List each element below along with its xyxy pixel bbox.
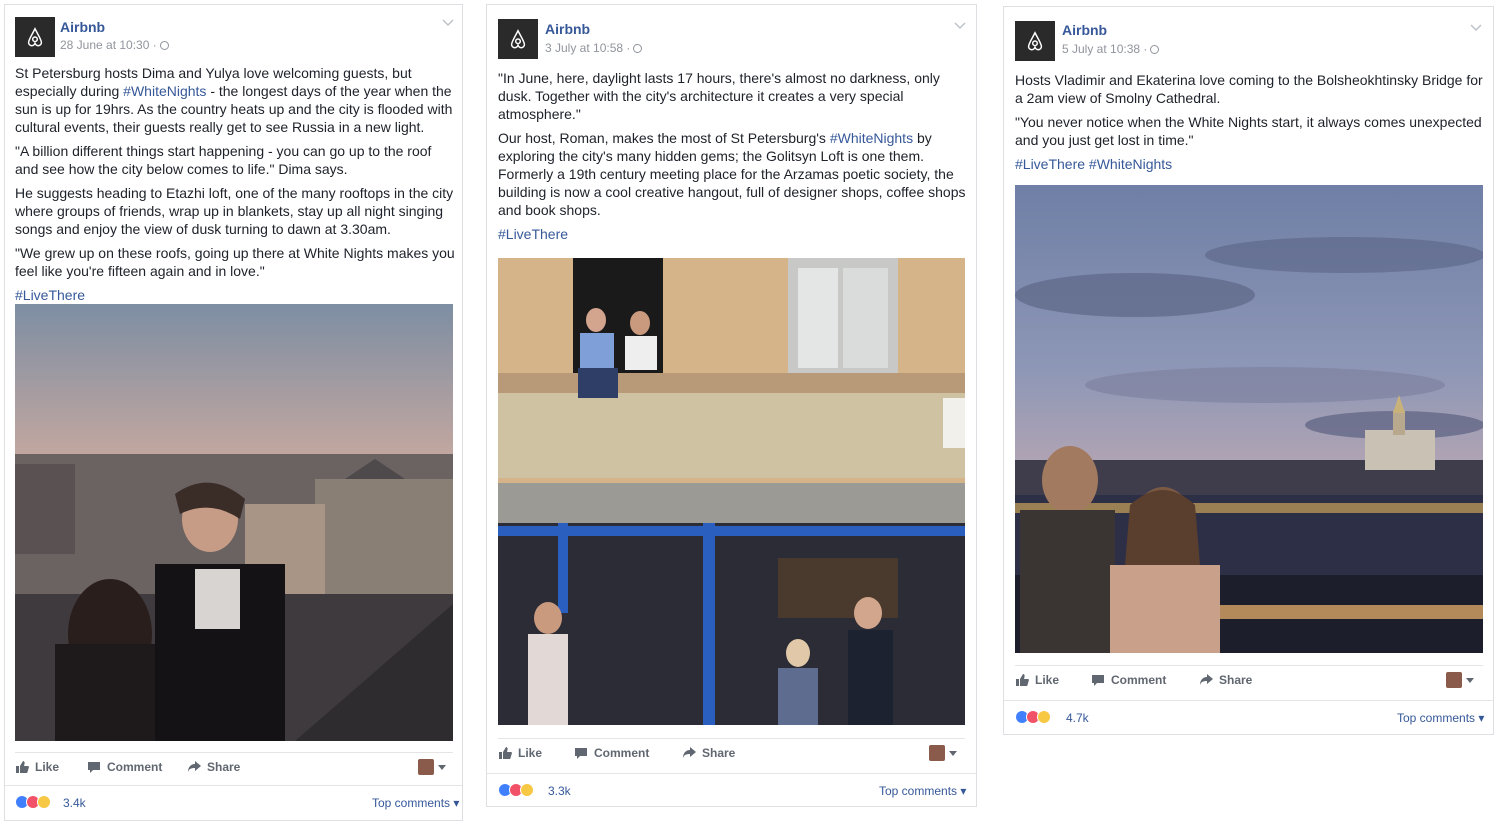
post-paragraph: Hosts Vladimir and Ekaterina love coming… bbox=[1015, 72, 1483, 106]
post-header: Airbnb 28 June at 10:30 · bbox=[5, 5, 462, 65]
caret-down-icon bbox=[949, 750, 957, 756]
avatar bbox=[929, 745, 945, 761]
post-author[interactable]: Airbnb bbox=[1062, 22, 1107, 38]
thumbs-up-icon bbox=[499, 747, 512, 760]
globe-icon bbox=[159, 41, 169, 50]
comment-icon bbox=[1092, 675, 1104, 686]
top-comments-dropdown[interactable]: Top comments ▾ bbox=[372, 796, 459, 810]
post-timestamp[interactable]: 28 June at 10:30 · bbox=[60, 38, 169, 52]
avatar bbox=[418, 759, 434, 775]
post-paragraph: "We grew up on these roofs, going up the… bbox=[15, 245, 455, 279]
post-actions: Like Comment Share bbox=[15, 752, 453, 783]
hashtag-link[interactable]: #WhiteNights bbox=[830, 130, 913, 146]
post-reactions: 3.3k Top comments ▾ bbox=[487, 773, 976, 806]
reaction-icons[interactable] bbox=[15, 795, 51, 809]
post-paragraph: He suggests heading to Etazhi loft, one … bbox=[15, 185, 454, 237]
airbnb-belo-icon bbox=[27, 27, 43, 47]
reaction-count[interactable]: 4.7k bbox=[1066, 711, 1089, 725]
like-button[interactable]: Like bbox=[498, 746, 542, 760]
post-header: Airbnb 5 July at 10:38 · bbox=[1004, 7, 1493, 67]
share-button[interactable]: Share bbox=[682, 746, 735, 760]
reaction-count[interactable]: 3.3k bbox=[548, 784, 571, 798]
post-2: Airbnb 3 July at 10:58 · "In June, here,… bbox=[486, 4, 977, 807]
airbnb-belo-icon bbox=[510, 29, 526, 49]
post-body: St Petersburg hosts Dima and Yulya love … bbox=[15, 64, 455, 310]
comment-icon bbox=[88, 762, 100, 773]
top-comments-dropdown[interactable]: Top comments ▾ bbox=[1397, 711, 1484, 725]
globe-icon bbox=[1150, 45, 1160, 54]
chevron-down-icon[interactable] bbox=[1470, 24, 1482, 32]
thumbs-up-icon bbox=[1016, 674, 1029, 687]
airbnb-logo[interactable] bbox=[15, 17, 55, 57]
comment-button[interactable]: Comment bbox=[87, 760, 162, 774]
post-photo[interactable] bbox=[498, 258, 965, 725]
avatar bbox=[1446, 672, 1462, 688]
post-photo[interactable] bbox=[1015, 185, 1483, 653]
airbnb-belo-icon bbox=[1027, 31, 1043, 51]
like-button[interactable]: Like bbox=[1015, 673, 1059, 687]
airbnb-logo[interactable] bbox=[498, 19, 538, 59]
post-timestamp[interactable]: 3 July at 10:58 · bbox=[545, 41, 643, 55]
share-icon bbox=[683, 747, 696, 758]
wow-reaction-icon bbox=[37, 795, 51, 809]
post-reactions: 3.4k Top comments ▾ bbox=[5, 785, 462, 818]
post-photo[interactable] bbox=[15, 304, 453, 741]
post-header: Airbnb 3 July at 10:58 · bbox=[487, 5, 976, 65]
post-paragraph: "You never notice when the White Nights … bbox=[1015, 114, 1482, 148]
post-author[interactable]: Airbnb bbox=[60, 19, 105, 35]
post-hashtags[interactable]: #LiveThere bbox=[15, 286, 455, 304]
caret-down-icon bbox=[438, 764, 446, 770]
post-reactions: 4.7k Top comments ▾ bbox=[1004, 700, 1493, 733]
share-button[interactable]: Share bbox=[1199, 673, 1252, 687]
comment-button[interactable]: Comment bbox=[1091, 673, 1166, 687]
post-body: Hosts Vladimir and Ekaterina love coming… bbox=[1015, 71, 1487, 179]
like-button[interactable]: Like bbox=[15, 760, 59, 774]
reaction-as-selector[interactable] bbox=[1446, 672, 1474, 688]
thumbs-up-icon bbox=[16, 761, 29, 774]
globe-icon bbox=[633, 44, 643, 53]
post-paragraph: "A billion different things start happen… bbox=[15, 143, 432, 177]
airbnb-logo[interactable] bbox=[1015, 21, 1055, 61]
reaction-icons[interactable] bbox=[498, 783, 534, 797]
top-comments-dropdown[interactable]: Top comments ▾ bbox=[879, 784, 966, 798]
share-button[interactable]: Share bbox=[187, 760, 240, 774]
share-icon bbox=[188, 761, 201, 772]
post-3: Airbnb 5 July at 10:38 · Hosts Vladimir … bbox=[1003, 6, 1494, 735]
post-timestamp[interactable]: 5 July at 10:38 · bbox=[1062, 42, 1160, 56]
chevron-down-icon[interactable] bbox=[442, 19, 454, 27]
hashtag-link[interactable]: #WhiteNights bbox=[123, 83, 206, 99]
comment-icon bbox=[575, 748, 587, 759]
post-paragraph: St Petersburg hosts Dima and Yulya love … bbox=[15, 65, 453, 135]
reaction-icons[interactable] bbox=[1015, 710, 1051, 724]
reaction-as-selector[interactable] bbox=[929, 745, 957, 761]
post-paragraph: Our host, Roman, makes the most of St Pe… bbox=[498, 130, 966, 218]
wow-reaction-icon bbox=[1037, 710, 1051, 724]
share-icon bbox=[1200, 674, 1213, 685]
post-actions: Like Comment Share bbox=[498, 738, 965, 769]
caret-down-icon bbox=[1466, 677, 1474, 683]
chevron-down-icon[interactable] bbox=[954, 22, 966, 30]
reaction-as-selector[interactable] bbox=[418, 759, 446, 775]
reaction-count[interactable]: 3.4k bbox=[63, 796, 86, 810]
post-body: "In June, here, daylight lasts 17 hours,… bbox=[498, 69, 970, 249]
post-author[interactable]: Airbnb bbox=[545, 21, 590, 37]
post-hashtags[interactable]: #LiveThere #WhiteNights bbox=[1015, 155, 1487, 173]
post-paragraph: "In June, here, daylight lasts 17 hours,… bbox=[498, 70, 940, 122]
post-1: Airbnb 28 June at 10:30 · St Petersburg … bbox=[4, 4, 463, 821]
post-hashtags[interactable]: #LiveThere bbox=[498, 225, 970, 243]
wow-reaction-icon bbox=[520, 783, 534, 797]
comment-button[interactable]: Comment bbox=[574, 746, 649, 760]
post-actions: Like Comment Share bbox=[1015, 665, 1483, 696]
